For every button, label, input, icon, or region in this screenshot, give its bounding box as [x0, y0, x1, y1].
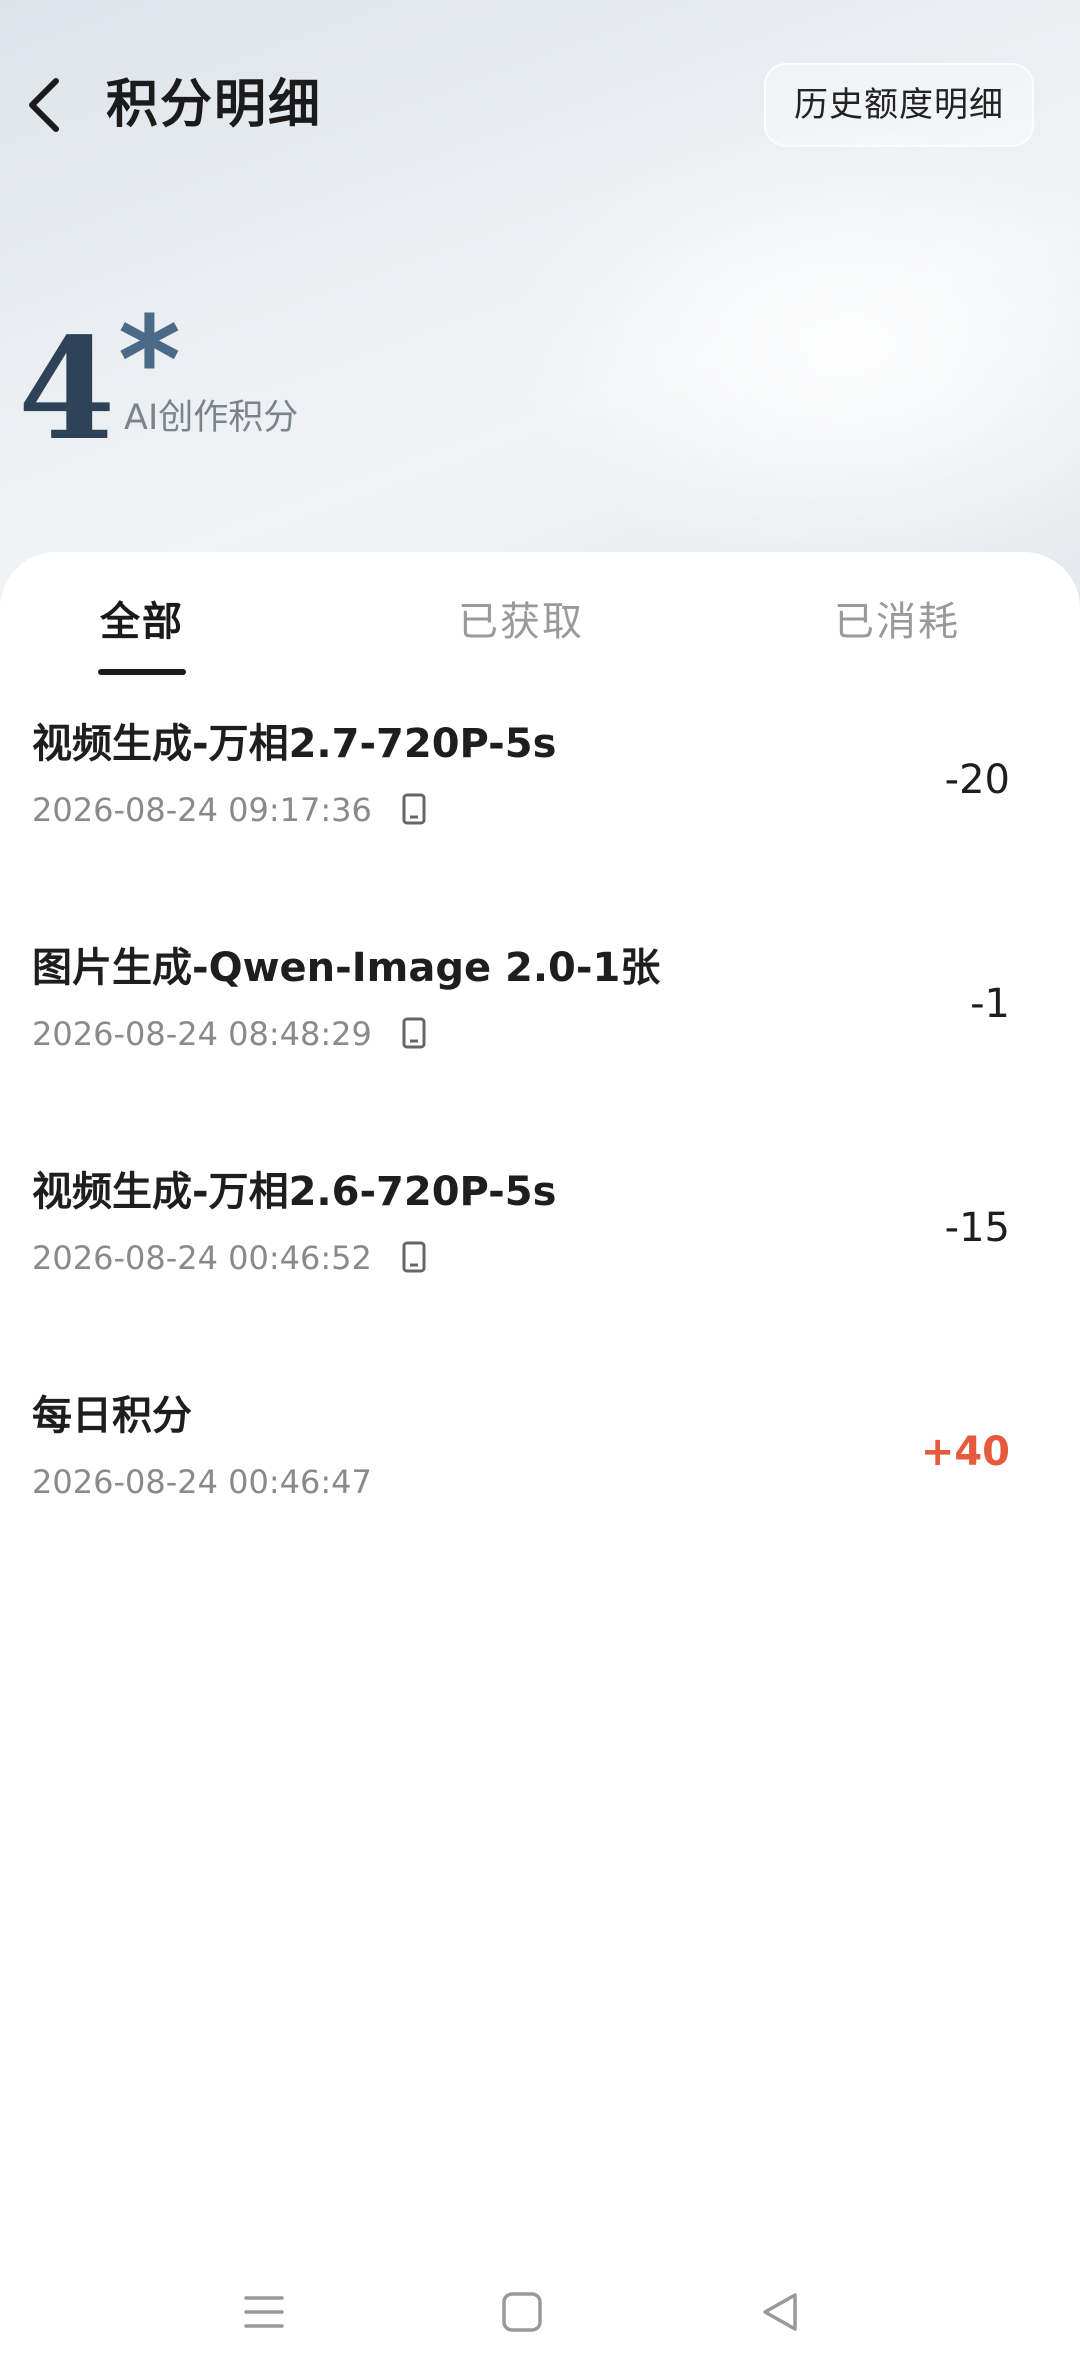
tab-all[interactable]: 全部 [100, 592, 184, 652]
home-icon [502, 2292, 542, 2332]
menu-icon [244, 2296, 284, 2328]
record-amount: -1 [970, 981, 1010, 1027]
record-title: 每日积分 [32, 1393, 192, 1439]
chevron-left-icon [29, 78, 59, 132]
record-title: 视频生成-万相2.6-720P-5s [32, 1169, 557, 1215]
record-amount: -15 [944, 1205, 1010, 1251]
history-quota-button[interactable]: 历史额度明细 [764, 63, 1034, 147]
points-detail-page: 积分明细 历史额度明细 4 * AI创作积分 全部 已获取 已消耗 视频生成-万… [0, 0, 1080, 2375]
phone-icon [402, 1241, 426, 1273]
tab-indicator [98, 669, 186, 675]
top-bar: 积分明细 历史额度明细 [0, 55, 1080, 155]
records-sheet: 全部 已获取 已消耗 视频生成-万相2.7-720P-5s 2026-08-24… [0, 552, 1080, 2375]
record-time: 2026-08-24 00:46:52 [32, 1239, 372, 1277]
page-title: 积分明细 [106, 75, 323, 135]
record-time: 2026-08-24 00:46:47 [32, 1463, 372, 1501]
list-item[interactable]: 每日积分 2026-08-24 00:46:47 +40 [0, 1374, 1080, 1598]
system-nav-bar [0, 2262, 1080, 2362]
record-time: 2026-08-24 09:17:36 [32, 791, 372, 829]
back-button[interactable] [14, 75, 74, 135]
nav-menu-button[interactable] [236, 2284, 292, 2340]
record-title: 图片生成-Qwen-Image 2.0-1张 [32, 945, 661, 991]
record-title: 视频生成-万相2.7-720P-5s [32, 721, 557, 767]
record-time-row: 2026-08-24 09:17:36 [32, 788, 426, 832]
record-amount: +40 [920, 1429, 1010, 1475]
nav-back-button[interactable] [752, 2284, 808, 2340]
record-time-row: 2026-08-24 00:46:47 [32, 1460, 372, 1504]
phone-icon [402, 793, 426, 825]
nav-home-button[interactable] [494, 2284, 550, 2340]
record-time-row: 2026-08-24 00:46:52 [32, 1236, 426, 1280]
back-triangle-icon [763, 2293, 797, 2331]
tab-earned[interactable]: 已获取 [458, 592, 584, 652]
list-item[interactable]: 视频生成-万相2.6-720P-5s 2026-08-24 00:46:52 -… [0, 1150, 1080, 1374]
list-item[interactable]: 图片生成-Qwen-Image 2.0-1张 2026-08-24 08:48:… [0, 926, 1080, 1150]
record-amount: -20 [944, 757, 1010, 803]
record-list: 视频生成-万相2.7-720P-5s 2026-08-24 09:17:36 -… [0, 702, 1080, 1598]
filter-tabs: 全部 已获取 已消耗 [0, 552, 1080, 682]
points-label: AI创作积分 [124, 398, 299, 438]
tab-consumed[interactable]: 已消耗 [834, 592, 960, 652]
record-time-row: 2026-08-24 08:48:29 [32, 1012, 426, 1056]
hero-glow [500, 120, 1080, 580]
list-item[interactable]: 视频生成-万相2.7-720P-5s 2026-08-24 09:17:36 -… [0, 702, 1080, 926]
points-value: 4 [18, 308, 116, 472]
record-time: 2026-08-24 08:48:29 [32, 1015, 372, 1053]
phone-icon [402, 1017, 426, 1049]
